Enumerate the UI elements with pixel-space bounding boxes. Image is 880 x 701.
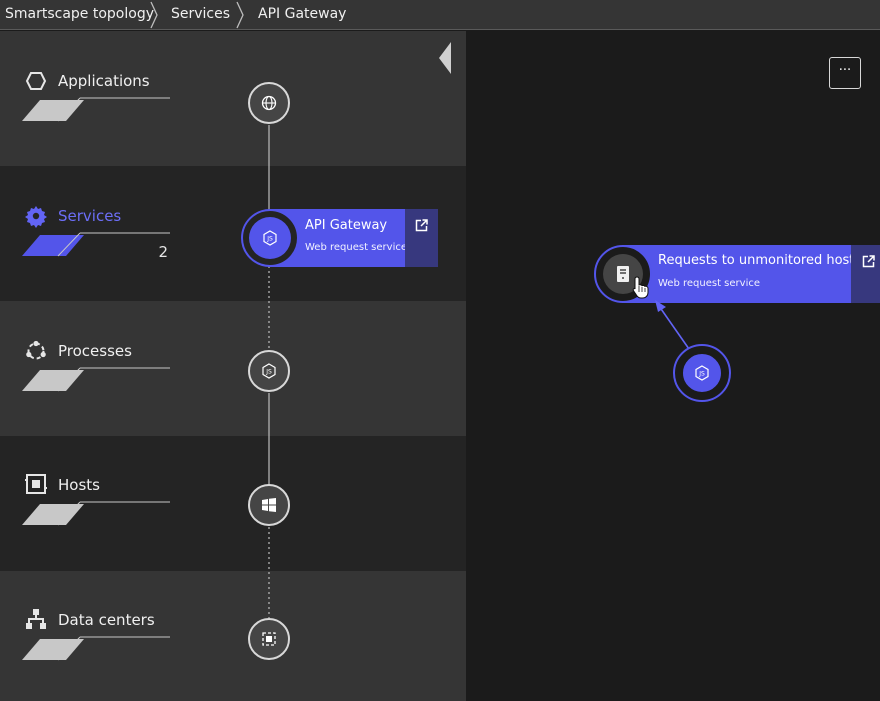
selected-service-node[interactable]: JS: [241, 209, 299, 267]
windows-icon: [262, 498, 276, 512]
server-icon: [617, 266, 629, 282]
svg-text:JS: JS: [265, 369, 272, 376]
arrowhead-icon: [655, 300, 666, 312]
vertical-connector: [268, 125, 270, 618]
canvas-graph: JS: [594, 245, 731, 402]
datacenter-node[interactable]: [248, 618, 290, 660]
service-type: Web request service: [305, 242, 407, 253]
globe-icon: [261, 95, 277, 111]
external-link-icon: [415, 219, 428, 232]
collapse-panel-icon[interactable]: [438, 42, 452, 74]
datacenter-node-icon: [262, 632, 276, 646]
caller-node[interactable]: JS: [673, 344, 731, 402]
application-node[interactable]: [248, 82, 290, 124]
host-node[interactable]: [248, 484, 290, 526]
svg-text:JS: JS: [698, 371, 705, 378]
call-arrow: [658, 305, 690, 350]
nodejs-icon: JS: [262, 363, 276, 379]
process-node[interactable]: JS: [248, 350, 290, 392]
open-details-button[interactable]: [405, 209, 438, 267]
svg-text:JS: JS: [266, 236, 273, 243]
service-name: API Gateway: [305, 218, 388, 233]
